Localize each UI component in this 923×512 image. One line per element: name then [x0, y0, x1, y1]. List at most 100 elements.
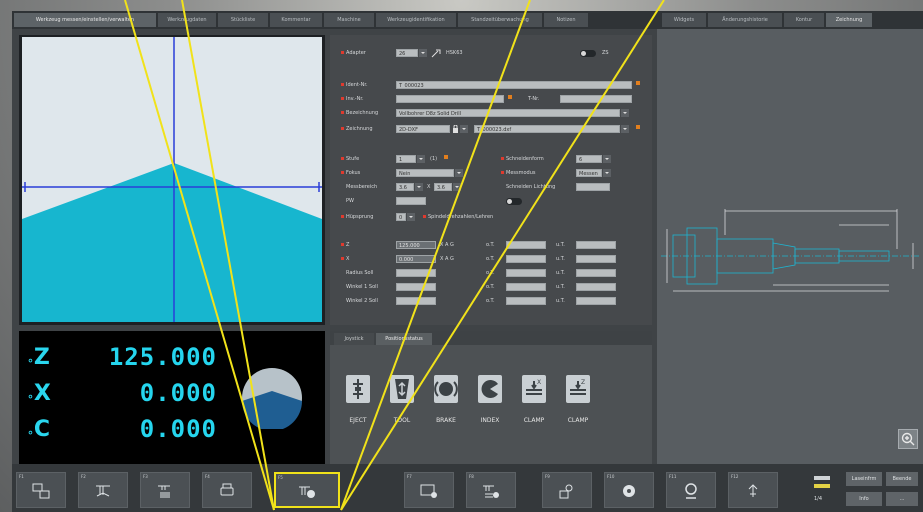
- radius-ot-field[interactable]: [506, 269, 546, 277]
- schneidenform-dropdown-icon[interactable]: [603, 155, 611, 163]
- info-button[interactable]: Info: [846, 492, 882, 506]
- tool-transfer-icon: [32, 483, 50, 499]
- tab-tool-identification[interactable]: Werkzeugidentifikation: [376, 13, 456, 27]
- messbereich-b-dropdown-icon[interactable]: [453, 183, 461, 191]
- f9-button[interactable]: F9: [542, 472, 592, 508]
- tab-parts-list[interactable]: Stückliste: [218, 13, 268, 27]
- f8-button[interactable]: F8: [466, 472, 516, 508]
- z-field[interactable]: 125.000: [396, 241, 436, 249]
- radius-label: Radius Soll: [346, 270, 374, 276]
- messbereich-b-select[interactable]: 3.6: [434, 183, 452, 191]
- f11-button[interactable]: F11: [666, 472, 716, 508]
- required-marker: [444, 155, 448, 159]
- disc-icon: [623, 485, 635, 497]
- bezeichnung-field[interactable]: Vollbohrer D8z Solid Drill: [396, 109, 620, 117]
- ident-field[interactable]: T_000023: [396, 81, 632, 89]
- tab-tool-life[interactable]: Standzeitüberwachung: [458, 13, 542, 27]
- zoom-in-icon: [901, 432, 915, 446]
- inv-field[interactable]: [396, 95, 504, 103]
- x-ot-field[interactable]: [506, 255, 546, 263]
- schneiden-lichtung-field[interactable]: [576, 183, 610, 191]
- pw-field[interactable]: [396, 197, 426, 205]
- fokus-dropdown-icon[interactable]: [455, 169, 463, 177]
- f10-button[interactable]: F10: [604, 472, 654, 508]
- radius-field[interactable]: [396, 269, 436, 277]
- tab-comment[interactable]: Kommentar: [270, 13, 322, 27]
- winkel2-ut-field[interactable]: [576, 297, 616, 305]
- adapter-dropdown-icon[interactable]: [419, 49, 427, 57]
- clamp-x-button[interactable]: X: [522, 375, 546, 403]
- messmodus-dropdown-icon[interactable]: [603, 169, 611, 177]
- stufe-select[interactable]: 1: [396, 155, 416, 163]
- x-axis-label: ∘X: [27, 381, 51, 406]
- zs-toggle[interactable]: [580, 50, 596, 57]
- tool-button[interactable]: [390, 375, 414, 403]
- fokus-select[interactable]: Nein: [396, 169, 454, 177]
- svg-text:Z: Z: [581, 379, 585, 386]
- z-ut-field[interactable]: [576, 241, 616, 249]
- tab-widgets[interactable]: Widgets: [662, 13, 706, 27]
- drawing-viewer[interactable]: [657, 29, 923, 464]
- messbereich-a-select[interactable]: 3.6: [396, 183, 414, 191]
- tool-silhouette-plot[interactable]: [22, 37, 322, 322]
- more-button[interactable]: ...: [886, 492, 918, 506]
- tab-drawing[interactable]: Zeichnung: [826, 13, 872, 27]
- page-indicator[interactable]: 1/4: [812, 472, 832, 508]
- f7-button[interactable]: F7: [404, 472, 454, 508]
- tab-measure[interactable]: Werkzeug messen/einstellen/verwalten: [14, 13, 156, 27]
- winkel1-ut-field[interactable]: [576, 283, 616, 291]
- winkel2-ot-field[interactable]: [506, 297, 546, 305]
- x-ut-field[interactable]: [576, 255, 616, 263]
- pw-toggle[interactable]: [506, 198, 522, 205]
- beende-button[interactable]: Beende: [886, 472, 918, 486]
- winkel2-ut-label: u.T.: [556, 298, 565, 304]
- winkel1-ot-field[interactable]: [506, 283, 546, 291]
- brake-button[interactable]: [434, 375, 458, 403]
- schneidenform-select[interactable]: 6: [576, 155, 602, 163]
- measure-tool-icon: [299, 486, 315, 498]
- huepsprung-select[interactable]: 0: [396, 213, 406, 221]
- x-field[interactable]: 0.000: [396, 255, 436, 263]
- radius-ut-field[interactable]: [576, 269, 616, 277]
- f5-button[interactable]: F5: [274, 472, 340, 508]
- messbereich-a-dropdown-icon[interactable]: [415, 183, 423, 191]
- huepsprung-dropdown-icon[interactable]: [407, 213, 415, 221]
- tab-position-status[interactable]: Positionsstatus: [376, 333, 432, 345]
- tab-contour[interactable]: Kontur: [784, 13, 824, 27]
- tab-history[interactable]: Änderungshistorie: [708, 13, 782, 27]
- tab-joystick[interactable]: Joystick: [334, 333, 374, 345]
- print-icon: [220, 483, 234, 496]
- tnr-field[interactable]: [560, 95, 632, 103]
- zeichnung-type-field[interactable]: 2D-DXF: [396, 125, 450, 133]
- f4-button[interactable]: F4: [202, 472, 252, 508]
- measurement-view[interactable]: [19, 35, 325, 325]
- clamp-x-icon: X: [526, 379, 542, 395]
- winkel2-field[interactable]: [396, 297, 436, 305]
- adapter-select[interactable]: 26: [396, 49, 418, 57]
- bezeichnung-dropdown-icon[interactable]: [621, 109, 629, 117]
- stufe-dropdown-icon[interactable]: [417, 155, 425, 163]
- tab-machine[interactable]: Maschine: [324, 13, 374, 27]
- z-xag: X A G: [440, 242, 454, 248]
- f1-button[interactable]: F1: [16, 472, 66, 508]
- zoom-button[interactable]: [898, 429, 918, 449]
- tab-notes[interactable]: Notizen: [544, 13, 588, 27]
- subpanel-tabs: Joystick Positionsstatus: [330, 331, 652, 345]
- lasereinfrm-button[interactable]: Laseinfrm: [846, 472, 882, 486]
- link-icon[interactable]: [431, 49, 441, 58]
- z-ot-field[interactable]: [506, 241, 546, 249]
- f3-button[interactable]: F3: [140, 472, 190, 508]
- zeichnung-file-field[interactable]: T_000023.dxf: [474, 125, 620, 133]
- clamp-z-button[interactable]: Z: [566, 375, 590, 403]
- index-button[interactable]: [478, 375, 502, 403]
- zeichnung-file-dropdown-icon[interactable]: [621, 125, 629, 133]
- eject-button[interactable]: [346, 375, 370, 403]
- winkel1-field[interactable]: [396, 283, 436, 291]
- winkel2-label: Winkel 2 Soll: [346, 298, 378, 304]
- f10-label: F10: [607, 474, 615, 479]
- messmodus-select[interactable]: Messen: [576, 169, 602, 177]
- f12-button[interactable]: F12: [728, 472, 778, 508]
- f2-button[interactable]: F2: [78, 472, 128, 508]
- tab-tool-data[interactable]: Werkzeugdaten: [158, 13, 216, 27]
- zeichnung-type-dropdown-icon[interactable]: [460, 125, 468, 133]
